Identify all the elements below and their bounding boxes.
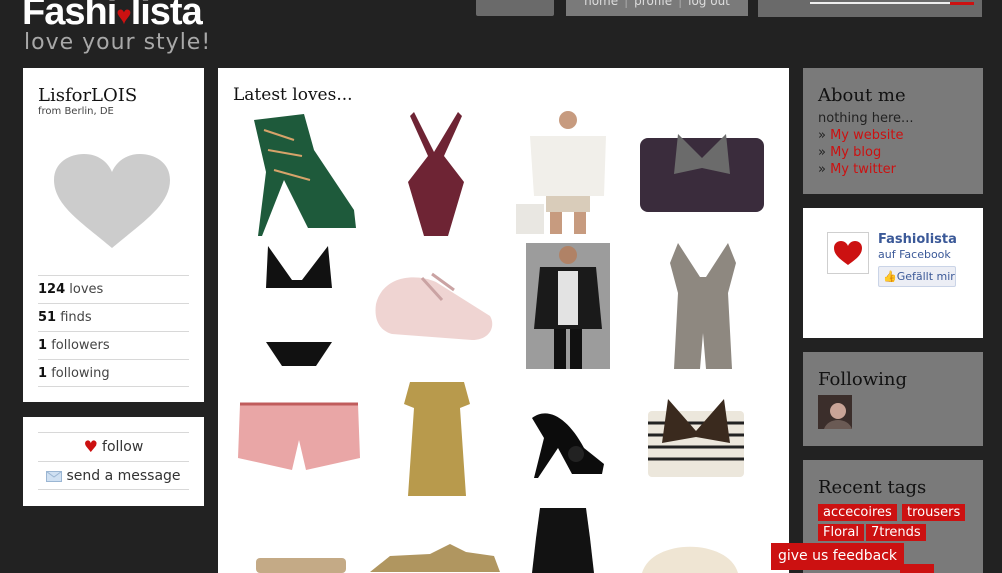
profile-panel: LisforLOIS from Berlin, DE 124 loves 51 … xyxy=(23,68,204,402)
product-fan-accessory[interactable] xyxy=(642,528,738,573)
nav-separator: | xyxy=(678,0,683,8)
following-panel: Following xyxy=(803,352,983,446)
heart-icon: ♥ xyxy=(83,437,99,456)
about-title: About me xyxy=(818,85,906,106)
nav-home[interactable]: home xyxy=(584,0,618,16)
about-panel: About me nothing here... » My website » … xyxy=(803,68,983,194)
stat-label: loves xyxy=(69,282,104,297)
fb-subtitle: auf Facebook xyxy=(878,248,951,261)
nav-separator: | xyxy=(624,0,629,8)
follow-label: follow xyxy=(102,439,144,455)
stat-count: 51 xyxy=(38,310,57,325)
tag-trousers[interactable]: trousers xyxy=(902,504,966,521)
about-text: nothing here... xyxy=(818,111,914,126)
product-gold-sequin-dress[interactable] xyxy=(400,378,474,496)
search-bar xyxy=(758,0,982,17)
follow-button[interactable]: ♥ follow xyxy=(38,432,189,461)
logo-text-start: Fashi xyxy=(22,0,117,33)
link-label: My website xyxy=(830,128,904,143)
stat-following[interactable]: 1 following xyxy=(38,359,189,387)
link-label: My blog xyxy=(830,145,882,160)
latest-loves-title: Latest loves... xyxy=(233,85,353,105)
logo-heart-icon: ♥ xyxy=(116,0,131,30)
product-pink-oxford-shoe[interactable] xyxy=(372,264,498,346)
latest-loves-panel: Latest loves... xyxy=(218,68,789,573)
product-pink-floral-shorts[interactable] xyxy=(236,400,362,474)
fashiolista-logo-icon[interactable] xyxy=(827,232,869,274)
tag-floral[interactable]: Floral xyxy=(818,524,864,541)
product-purple-clutch[interactable] xyxy=(638,128,766,216)
thumbs-up-icon: 👍 xyxy=(883,270,897,283)
product-green-heel[interactable] xyxy=(244,110,356,236)
top-nav: home | profile | log out xyxy=(566,0,748,16)
avatar-heart-icon xyxy=(54,154,170,248)
nav-profile[interactable]: profile xyxy=(634,0,672,16)
product-white-sweater-model[interactable] xyxy=(516,110,612,236)
product-black-corset-dress[interactable] xyxy=(532,508,594,573)
product-striped-bow-bag[interactable] xyxy=(638,391,750,487)
following-avatar[interactable] xyxy=(818,395,852,429)
send-message-button[interactable]: send a message xyxy=(38,461,189,490)
search-button[interactable] xyxy=(950,2,974,5)
fb-like-label: Gefällt mir xyxy=(896,270,955,283)
stat-count: 1 xyxy=(38,338,48,353)
product-black-bow-heel[interactable] xyxy=(528,398,608,480)
fb-page-name[interactable]: Fashiolista xyxy=(878,232,957,247)
product-patterned-clutch[interactable] xyxy=(256,556,346,573)
action-panel: ♥ follow send a message xyxy=(23,417,204,506)
tag-partial[interactable] xyxy=(900,564,934,573)
profile-location: from Berlin, DE xyxy=(38,106,114,117)
tag-accecoires[interactable]: accecoires xyxy=(818,504,897,521)
link-my-blog[interactable]: » My blog xyxy=(818,144,913,161)
nav-logout[interactable]: log out xyxy=(688,0,730,16)
feedback-button[interactable]: give us feedback xyxy=(771,543,904,570)
stat-finds[interactable]: 51 finds xyxy=(38,303,189,331)
nav-tab-left[interactable] xyxy=(476,0,554,16)
link-label: My twitter xyxy=(830,162,897,177)
link-my-twitter[interactable]: » My twitter xyxy=(818,161,913,178)
tag-7trends[interactable]: 7trends xyxy=(866,524,926,541)
stat-loves[interactable]: 124 loves xyxy=(38,275,189,303)
stat-count: 124 xyxy=(38,282,66,297)
stat-label: following xyxy=(51,366,110,381)
stat-label: finds xyxy=(60,310,92,325)
product-gold-ornament[interactable] xyxy=(370,542,500,573)
product-burgundy-swimsuit[interactable] xyxy=(404,112,468,236)
recent-tags-title: Recent tags xyxy=(818,477,927,498)
stat-label: followers xyxy=(51,338,110,353)
facebook-widget: Fashiolista auf Facebook 👍Gefällt mir xyxy=(803,208,983,338)
product-gray-romper[interactable] xyxy=(668,243,738,369)
tagline: love your style! xyxy=(24,30,212,55)
stat-followers[interactable]: 1 followers xyxy=(38,331,189,359)
profile-name: LisforLOIS xyxy=(38,85,138,106)
message-label: send a message xyxy=(66,468,181,484)
search-input[interactable] xyxy=(810,2,950,4)
about-body: nothing here... » My website » My blog »… xyxy=(818,110,913,178)
product-black-lingerie[interactable] xyxy=(262,240,334,370)
product-fur-vest-model[interactable] xyxy=(526,243,610,369)
following-title: Following xyxy=(818,369,907,390)
logo-text-end: lista xyxy=(130,0,203,33)
stat-count: 1 xyxy=(38,366,48,381)
link-my-website[interactable]: » My website xyxy=(818,127,913,144)
envelope-icon xyxy=(46,470,63,482)
fb-like-button[interactable]: 👍Gefällt mir xyxy=(878,266,956,287)
